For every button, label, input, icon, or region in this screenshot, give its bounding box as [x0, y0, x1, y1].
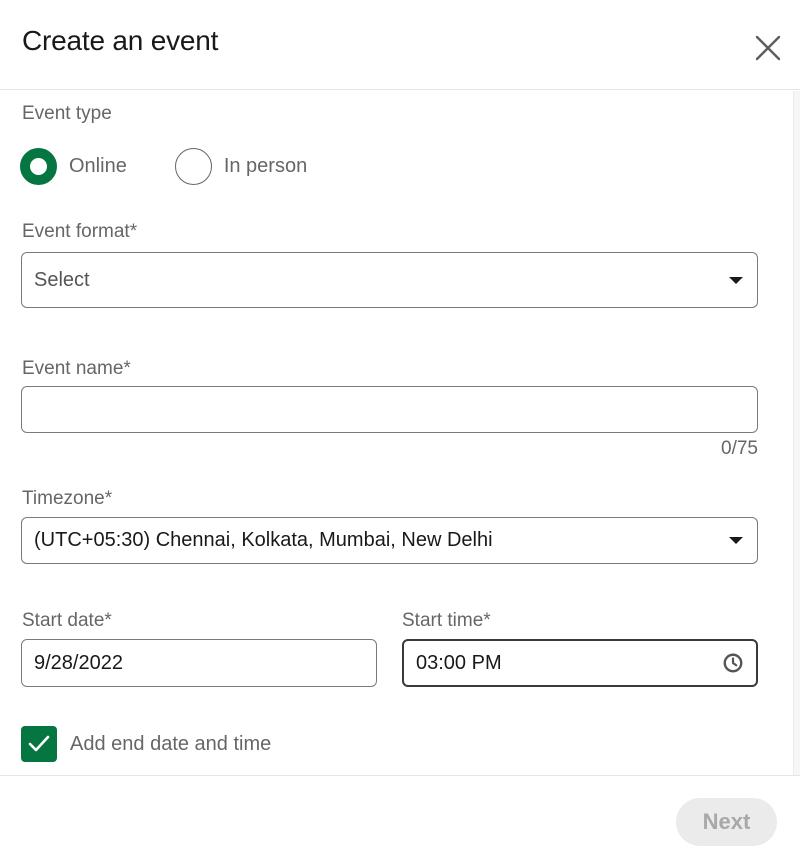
create-event-modal: Create an event Event type Online In per… — [0, 0, 800, 850]
radio-in-person[interactable]: In person — [174, 147, 308, 185]
event-name-label: Event name* — [22, 358, 131, 379]
radio-in-person-label: In person — [223, 154, 308, 177]
caret-down-icon — [729, 276, 743, 284]
scrollbar[interactable] — [793, 91, 800, 775]
close-button[interactable] — [748, 28, 788, 68]
checkbox-checked[interactable] — [21, 726, 57, 762]
radio-unselected-icon — [174, 147, 212, 185]
timezone-select[interactable]: (UTC+05:30) Chennai, Kolkata, Mumbai, Ne… — [21, 517, 758, 564]
caret-down-icon — [729, 537, 743, 544]
modal-title: Create an event — [22, 25, 219, 56]
radio-online-label: Online — [69, 154, 127, 177]
add-end-date-checkbox[interactable]: Add end date and time — [21, 726, 271, 762]
start-date-value: 9/28/2022 — [34, 651, 123, 674]
start-date-label: Start date* — [22, 610, 112, 631]
timezone-value: (UTC+05:30) Chennai, Kolkata, Mumbai, Ne… — [34, 529, 493, 551]
timezone-label: Timezone* — [22, 488, 113, 509]
radio-online[interactable]: Online — [20, 147, 127, 185]
modal-footer: Next — [0, 775, 800, 850]
event-format-value: Select — [34, 268, 90, 291]
event-format-select[interactable]: Select — [21, 252, 758, 308]
event-name-input[interactable] — [21, 386, 758, 433]
clock-icon[interactable] — [722, 652, 744, 674]
start-date-input[interactable]: 9/28/2022 — [21, 639, 377, 687]
event-name-char-counter: 0/75 — [721, 438, 758, 459]
event-type-label: Event type — [22, 103, 112, 124]
start-time-label: Start time* — [402, 610, 491, 631]
event-type-radio-group: Online In person — [20, 146, 307, 186]
start-time-value: 03:00 PM — [416, 651, 502, 674]
add-end-date-label: Add end date and time — [70, 732, 272, 755]
radio-selected-icon — [20, 147, 57, 185]
start-time-input[interactable]: 03:00 PM — [402, 639, 758, 687]
event-format-label: Event format* — [22, 221, 138, 242]
modal-header: Create an event — [0, 0, 800, 90]
close-icon — [755, 35, 781, 61]
checkmark-icon — [28, 735, 50, 752]
next-button[interactable]: Next — [676, 798, 777, 846]
